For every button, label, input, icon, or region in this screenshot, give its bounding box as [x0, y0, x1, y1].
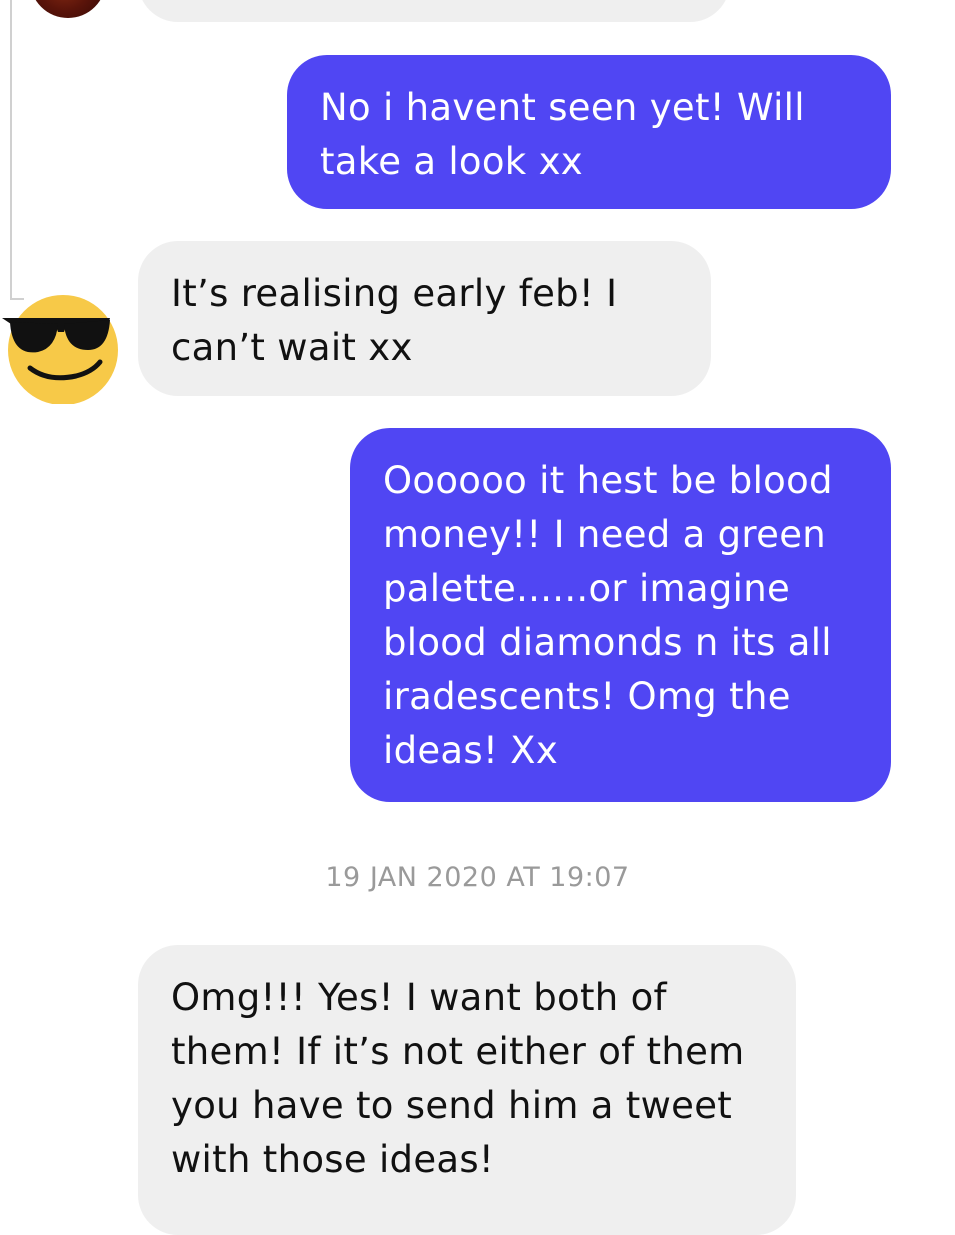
message-text: Oooooo it hest be blood money!! I need a…: [383, 459, 833, 772]
message-text: It’s realising early feb! I can’t wait x…: [171, 272, 618, 369]
message-bubble-cut-off[interactable]: [138, 0, 730, 22]
thread-line: [10, 0, 12, 300]
timestamp: 19 JAN 2020 AT 19:07: [325, 862, 630, 893]
sunglasses-emoji-icon[interactable]: [2, 292, 120, 405]
message-bubble-incoming[interactable]: Omg!!! Yes! I want both of them! If it’s…: [138, 945, 796, 1235]
message-bubble-incoming[interactable]: It’s realising early feb! I can’t wait x…: [138, 241, 711, 396]
message-text: Omg!!! Yes! I want both of them! If it’s…: [171, 976, 745, 1181]
avatar[interactable]: [30, 0, 106, 18]
message-text: No i havent seen yet! Will take a look x…: [320, 86, 805, 183]
message-bubble-outgoing[interactable]: Oooooo it hest be blood money!! I need a…: [350, 428, 891, 802]
message-bubble-outgoing[interactable]: No i havent seen yet! Will take a look x…: [287, 55, 891, 209]
